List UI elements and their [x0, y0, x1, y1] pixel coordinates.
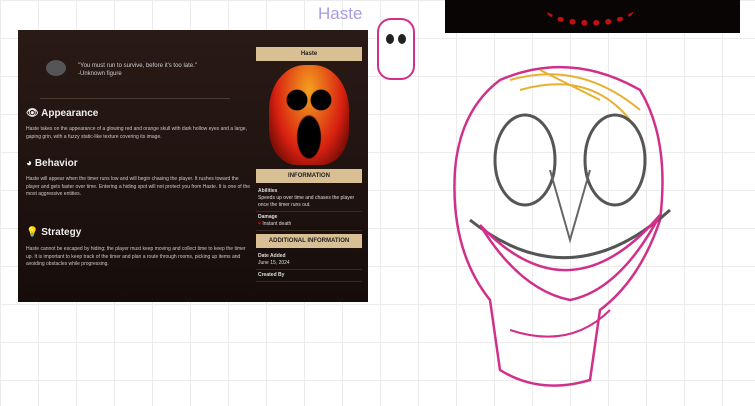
skull-drawing[interactable] [440, 50, 700, 400]
speech-bubble-icon [46, 60, 66, 76]
infobox-title: Haste [256, 47, 362, 61]
infobox: Haste INFORMATION Abilities Speeds up ove… [256, 44, 362, 282]
quote: "You must run to survive, before it's to… [78, 62, 228, 78]
section-strategy-text: Haste cannot be escaped by hiding; the p… [26, 246, 246, 267]
quote-text: "You must run to survive, before it's to… [78, 63, 197, 69]
abilities-row: Abilities Speeds up over time and chases … [256, 186, 362, 212]
pasted-image-top[interactable] [445, 0, 740, 33]
section-behavior-text: Haste will appear when the timer runs lo… [26, 176, 251, 197]
haste-skull-image [269, 65, 349, 165]
canvas-label: Haste [318, 4, 363, 23]
additional-header: ADDITIONAL INFORMATION [256, 234, 362, 248]
section-appearance-title: 👁 Appearance [26, 108, 99, 119]
wiki-screenshot[interactable]: "You must run to survive, before it's to… [18, 30, 368, 302]
created-row: Created By [256, 270, 362, 282]
section-appearance-text: Haste takes on the appearance of a glowi… [26, 126, 247, 140]
quote-author: -Unknown figure [78, 71, 122, 77]
mini-skull-sketch[interactable] [377, 18, 415, 80]
section-strategy-title: 💡 Strategy [26, 227, 82, 238]
damage-row: Damage ♥ Instant death [256, 212, 362, 231]
info-header: INFORMATION [256, 169, 362, 183]
divider [40, 98, 230, 99]
section-behavior-title: ◕ Behavior [26, 158, 78, 169]
date-row: Date Added June 15, 2024 [256, 251, 362, 270]
